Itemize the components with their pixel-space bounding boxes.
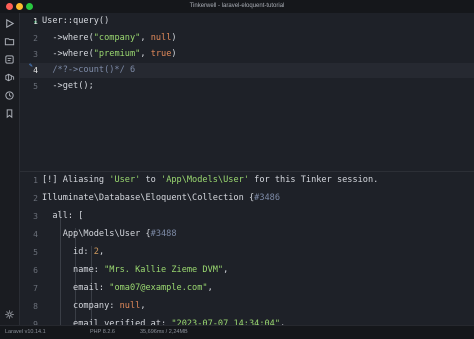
output-line-number: 3: [33, 212, 38, 221]
code-token: ,: [140, 33, 151, 43]
line-number: 4: [33, 66, 38, 75]
code-token: "company": [93, 33, 141, 43]
output-line-number: 6: [33, 266, 38, 275]
code-token: "premium": [93, 49, 141, 59]
code-token: [!] Aliasing: [42, 175, 110, 185]
bookmark-icon[interactable]: [4, 108, 15, 119]
code-token: ->get();: [42, 81, 94, 91]
output-line: [!] Aliasing 'User' to 'App\Models\User'…: [42, 175, 378, 185]
line-number: 3: [33, 50, 38, 59]
window-title: Tinkerwell - laravel-eloquent-tutorial: [189, 3, 285, 9]
code-token: /*?->count()*/ 6: [42, 65, 136, 75]
code-token: 'App\Models\User': [161, 175, 249, 185]
sidebar: [0, 13, 20, 325]
output-line-number: 7: [33, 284, 38, 293]
laravel-icon[interactable]: [4, 72, 15, 83]
status-bar: Laravel v10.14.1 PHP 8.2.6 35,696ms / 2,…: [0, 325, 474, 339]
code-token: #3486: [254, 193, 281, 203]
code-token: "Mrs. Kallie Zieme DVM": [104, 265, 224, 275]
code-token: #3488: [150, 229, 177, 239]
code-token: App\Models\User {: [42, 229, 151, 239]
editor-gutter: 1 2 3 4 5: [20, 13, 38, 171]
output-line: all: [: [42, 211, 83, 221]
code-token: ): [171, 49, 177, 59]
output-line-number: 8: [33, 302, 38, 311]
run-icon[interactable]: [4, 18, 15, 29]
output-line-number: 1: [33, 176, 38, 185]
code-token: Illuminate\Database\Eloquent\Collection …: [42, 193, 255, 203]
code-token: User::query(): [42, 16, 110, 26]
folder-icon[interactable]: [4, 36, 15, 47]
code-token: ,: [140, 301, 146, 311]
code-token: ,: [98, 247, 105, 257]
output-line: name: "Mrs. Kallie Zieme DVM",: [42, 265, 228, 275]
code-line[interactable]: ->where("premium", true): [42, 49, 177, 59]
code-token: null: [119, 301, 141, 311]
laravel-version[interactable]: Laravel v10.14.1: [5, 329, 46, 335]
line-number: 2: [33, 34, 38, 43]
output-line-number: 2: [33, 194, 38, 203]
code-token: email:: [42, 283, 110, 293]
title-bar: Tinkerwell - laravel-eloquent-tutorial: [0, 0, 474, 13]
code-token: null: [150, 33, 172, 43]
code-line[interactable]: ->where("company", null): [42, 33, 177, 43]
snippets-icon[interactable]: [4, 54, 15, 65]
line-number: 1: [33, 17, 38, 26]
execution-metrics: 35,696ms / 2,24MB: [140, 329, 188, 335]
code-token: "oma07@example.com": [109, 283, 208, 293]
settings-icon[interactable]: [4, 309, 15, 320]
code-editor[interactable]: ✎ ▼ 1 2 3 4 5 User::query() ->where("com…: [20, 13, 474, 171]
code-token: ): [171, 33, 177, 43]
code-line[interactable]: User::query(): [42, 16, 109, 26]
code-token: true: [150, 49, 172, 59]
code-token: 'User': [109, 175, 141, 185]
output-panel: 1 2 3 4 5 6 7 8 9 10 [!] Aliasing 'User'…: [20, 172, 474, 325]
code-token: ,: [140, 49, 151, 59]
output-line: email: "oma07@example.com",: [42, 283, 213, 293]
line-number: 5: [33, 82, 38, 91]
code-line[interactable]: ->get();: [42, 81, 94, 91]
output-line: App\Models\User {#3488: [42, 229, 177, 239]
code-token: company:: [42, 301, 120, 311]
code-token: for this Tinker session.: [248, 175, 379, 185]
php-version[interactable]: PHP 8.2.6: [90, 329, 115, 335]
code-token: ->where(: [42, 33, 94, 43]
code-token: to: [140, 175, 162, 185]
code-token: all: [: [42, 211, 84, 221]
output-line-number: 4: [33, 230, 38, 239]
output-line-number: 5: [33, 248, 38, 257]
code-token: ,: [207, 283, 213, 293]
code-token: id:: [42, 247, 94, 257]
code-token: ,: [223, 265, 229, 275]
output-line: Illuminate\Database\Eloquent\Collection …: [42, 193, 280, 203]
output-line: id: 2,: [42, 247, 104, 257]
code-token: name:: [42, 265, 105, 275]
code-token: ->where(: [42, 49, 94, 59]
output-line: company: null,: [42, 301, 146, 311]
history-icon[interactable]: [4, 90, 15, 101]
code-line[interactable]: /*?->count()*/ 6: [42, 65, 135, 75]
